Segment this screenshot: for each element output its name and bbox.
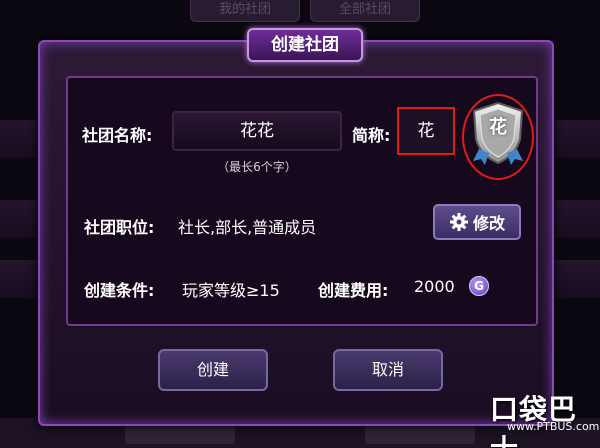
edit-positions-button[interactable]: 修改	[433, 204, 521, 240]
background-tabs: 我的社团 全部社团	[190, 0, 420, 22]
edit-label: 修改	[472, 214, 505, 233]
watermark-logo: 口袋巴士	[490, 393, 578, 448]
gold-coin-icon: G	[469, 276, 489, 296]
abbreviation-input[interactable]: 花	[397, 107, 455, 155]
create-button[interactable]: 创建	[158, 349, 268, 391]
gear-icon	[449, 213, 468, 231]
condition-label: 创建条件:	[84, 281, 155, 300]
watermark-url: www.PTBUS.com	[507, 420, 600, 433]
condition-value: 玩家等级≥15	[182, 281, 280, 300]
positions-label: 社团职位:	[84, 218, 155, 237]
club-name-input[interactable]: 花花	[172, 111, 342, 151]
abbreviation-label: 简称:	[352, 126, 391, 145]
tab-my-clubs: 我的社团	[190, 0, 300, 22]
fee-value: 2000	[414, 277, 455, 296]
tab-all-clubs: 全部社团	[310, 0, 420, 22]
club-name-hint: （最长6个字）	[217, 160, 297, 174]
badge-character: 花	[489, 117, 507, 138]
club-name-label: 社团名称:	[82, 126, 153, 145]
fee-label: 创建费用:	[318, 281, 389, 300]
dialog-title: 创建社团	[247, 28, 363, 62]
cancel-button[interactable]: 取消	[333, 349, 443, 391]
positions-value: 社长,部长,普通成员	[178, 218, 317, 237]
